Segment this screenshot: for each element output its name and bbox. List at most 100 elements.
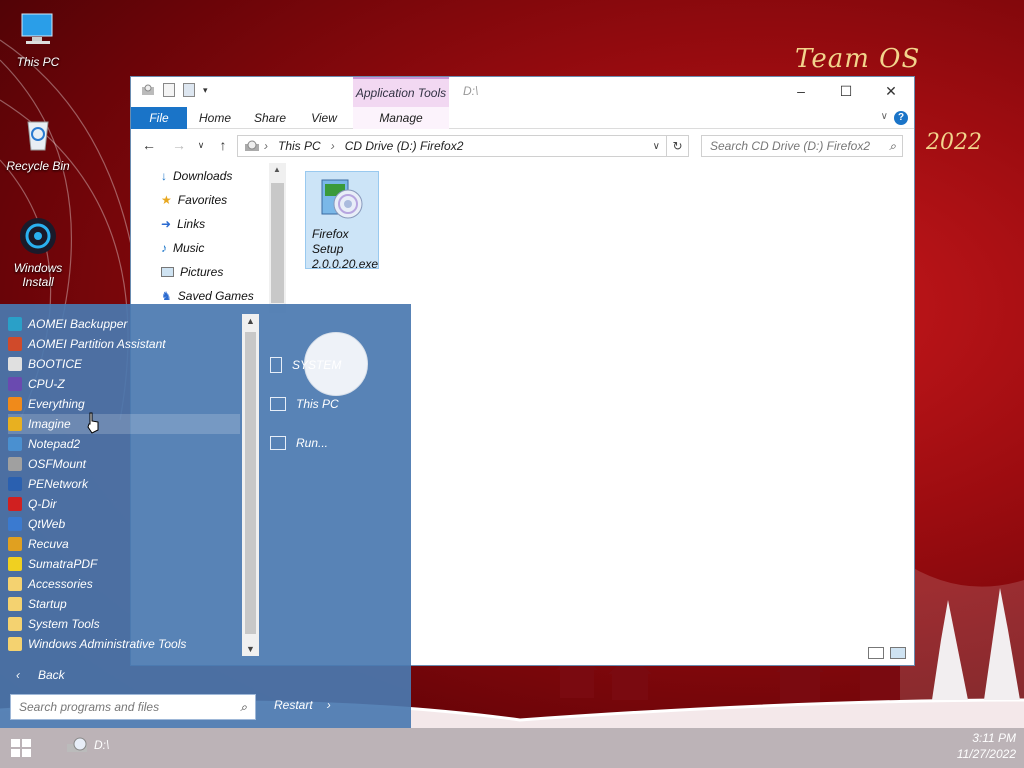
program-item[interactable]: Imagine (8, 414, 240, 434)
link-arrow-icon: ➜ (161, 217, 172, 231)
program-icon (8, 437, 22, 451)
start-search-input[interactable]: Search programs and files ⌕ (10, 694, 256, 720)
up-arrow-icon[interactable]: ↑ (213, 136, 233, 154)
program-list-scrollbar[interactable]: ▲ ▼ (242, 314, 259, 656)
back-arrow-icon[interactable]: ← (139, 136, 159, 154)
scroll-down-icon[interactable]: ▼ (242, 644, 259, 654)
start-item-run[interactable]: Run... (270, 428, 410, 458)
restart-button[interactable]: Restart › (274, 698, 331, 712)
setup-disc-icon (321, 179, 363, 219)
wallpaper-year: 2022 (926, 130, 982, 155)
scroll-up-icon[interactable]: ▲ (242, 316, 259, 326)
program-item[interactable]: Startup (8, 594, 240, 614)
program-item[interactable]: Recuva (8, 534, 240, 554)
scrollbar-thumb[interactable] (271, 183, 284, 303)
program-item[interactable]: Q-Dir (8, 494, 240, 514)
windows-start-icon[interactable] (10, 738, 32, 758)
program-item[interactable]: System Tools (8, 614, 240, 634)
program-icon (8, 577, 22, 591)
recent-locations-icon[interactable]: ∨ (191, 136, 211, 154)
program-icon (8, 417, 22, 431)
breadcrumb-this-pc[interactable]: This PC (278, 139, 321, 153)
program-icon (8, 317, 22, 331)
contextual-tab-application-tools: Application Tools (353, 77, 449, 107)
program-label: Imagine (28, 417, 71, 431)
music-note-icon: ♪ (161, 241, 167, 255)
taskbar-drive-label: D:\ (94, 738, 110, 752)
pictures-icon (161, 267, 174, 277)
tab-manage[interactable]: Manage (353, 107, 449, 129)
customize-qa-icon[interactable]: ▾ (203, 85, 208, 96)
forward-arrow-icon[interactable]: → (169, 136, 189, 154)
monitor-icon (21, 13, 53, 44)
program-item[interactable]: Everything (8, 394, 240, 414)
tab-share[interactable]: Share (251, 107, 289, 129)
address-bar[interactable]: › This PC › CD Drive (D:) Firefox2 ∨ (237, 135, 667, 157)
refresh-button[interactable]: ↻ (667, 135, 689, 157)
desktop-icon-label: This PC (16, 55, 60, 69)
program-item[interactable]: BOOTICE (8, 354, 240, 374)
address-bar-row: ← → ∨ ↑ › This PC › CD Drive (D:) Firefo… (131, 129, 914, 161)
search-input[interactable]: Search CD Drive (D:) Firefox2 ⌕ (701, 135, 903, 157)
program-icon (8, 517, 22, 531)
back-button[interactable]: ‹ Back (0, 664, 241, 686)
program-item[interactable]: AOMEI Partition Assistant (8, 334, 240, 354)
download-arrow-icon: ↓ (161, 169, 167, 183)
quick-access-toolbar: ▾ (141, 83, 208, 97)
expand-ribbon-icon[interactable]: ∨ (881, 111, 888, 122)
taskbar-explorer-button[interactable]: D:\ (66, 736, 109, 754)
program-item[interactable]: SumatraPDF (8, 554, 240, 574)
program-item[interactable]: CPU-Z (8, 374, 240, 394)
search-icon: ⌕ (240, 700, 247, 714)
nav-item-favorites[interactable]: ★ Favorites (161, 188, 227, 212)
chevron-right-icon: › (326, 698, 331, 712)
program-label: PENetwork (28, 477, 89, 491)
program-label: Everything (28, 397, 85, 411)
program-item[interactable]: Windows Administrative Tools (8, 634, 240, 654)
address-dropdown-icon[interactable]: ∨ (653, 141, 660, 152)
nav-pane-scrollbar[interactable]: ▲ (269, 163, 286, 313)
program-item[interactable]: PENetwork (8, 474, 240, 494)
details-view-icon[interactable] (868, 647, 884, 659)
close-button[interactable]: ✕ (876, 81, 906, 101)
minimize-button[interactable]: – (786, 81, 816, 101)
program-label: Windows Administrative Tools (28, 637, 187, 651)
scrollbar-thumb[interactable] (245, 332, 256, 634)
desktop-icon-recycle-bin[interactable]: Recycle Bin (6, 114, 70, 173)
nav-item-downloads[interactable]: ↓ Downloads (161, 164, 232, 188)
program-icon (8, 597, 22, 611)
breadcrumb-cd-drive[interactable]: CD Drive (D:) Firefox2 (345, 139, 464, 153)
large-icons-view-icon[interactable] (890, 647, 906, 659)
program-item[interactable]: OSFMount (8, 454, 240, 474)
nav-item-links[interactable]: ➜ Links (161, 212, 205, 236)
hand-cursor-icon (87, 412, 99, 434)
desktop-icon-label: Windows Install (13, 261, 63, 289)
scroll-up-icon[interactable]: ▲ (273, 165, 281, 174)
clock-date: 11/27/2022 (956, 747, 1016, 761)
program-label: Q-Dir (28, 497, 57, 511)
maximize-button[interactable]: ☐ (831, 81, 861, 101)
start-item-this-pc[interactable]: This PC (270, 389, 410, 419)
nav-item-music[interactable]: ♪ Music (161, 236, 204, 260)
program-icon (8, 337, 22, 351)
desktop-icon-windows-install[interactable]: Windows Install (6, 216, 70, 289)
tab-file[interactable]: File (131, 107, 187, 129)
desktop-icon-this-pc[interactable]: This PC (6, 10, 70, 69)
tab-home[interactable]: Home (195, 107, 235, 129)
user-folder-icon (270, 357, 282, 373)
program-item[interactable]: AOMEI Backupper (8, 314, 240, 334)
new-folder-icon[interactable] (183, 83, 195, 97)
help-icon[interactable]: ? (894, 111, 908, 125)
program-label: QtWeb (28, 517, 66, 531)
program-item[interactable]: QtWeb (8, 514, 240, 534)
program-item[interactable]: Notepad2 (8, 434, 240, 454)
run-icon (270, 436, 286, 450)
program-item[interactable]: Accessories (8, 574, 240, 594)
system-clock[interactable]: 3:11 PM 11/27/2022 (957, 730, 1016, 762)
file-item[interactable]: Firefox Setup 2.0.0.20.exe (305, 171, 379, 271)
start-item-system[interactable]: SYSTEM (270, 350, 410, 380)
nav-item-pictures[interactable]: Pictures (161, 260, 223, 284)
tab-view[interactable]: View (307, 107, 341, 129)
file-name-line-2: Setup (312, 242, 344, 256)
properties-icon[interactable] (163, 83, 175, 97)
